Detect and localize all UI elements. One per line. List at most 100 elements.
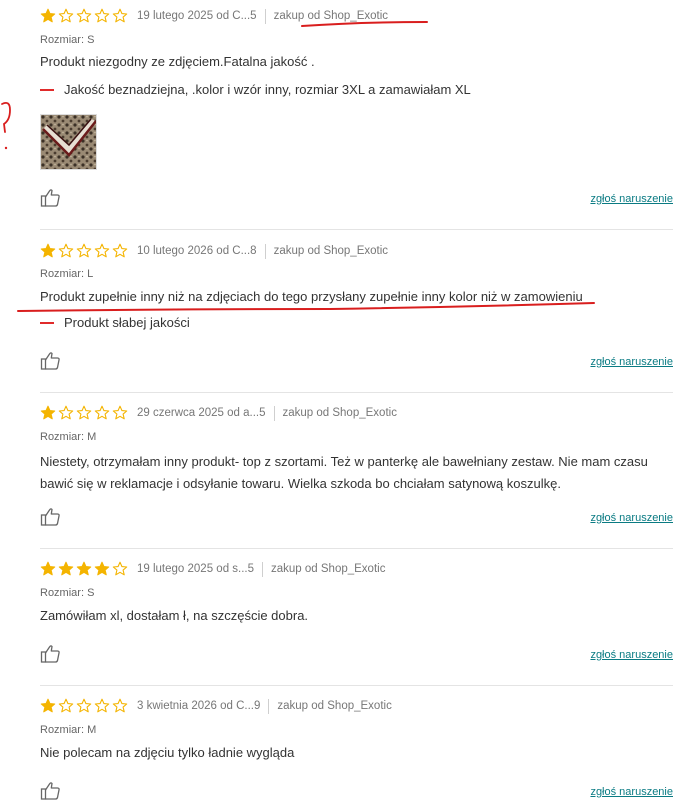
size-value: M (87, 431, 97, 443)
star-empty-icon (94, 405, 110, 420)
review-cons: Jakość beznadziejna, .kolor i wzór inny,… (40, 82, 471, 97)
report-link[interactable]: zgłoś naruszenie (590, 193, 673, 205)
divider (273, 405, 275, 421)
star-empty-icon (112, 405, 128, 420)
review-date-author: 19 lutego 2025 od C...5 (137, 10, 257, 22)
review-separator (40, 229, 673, 230)
star-filled-icon (76, 561, 92, 576)
purchase-source: zakup od Shop_Exotic (273, 10, 389, 22)
review-text: Nie polecam na zdjęciu tylko ładnie wygl… (40, 745, 295, 760)
review-cons: Produkt słabej jakości (40, 315, 190, 330)
cons-text: Jakość beznadziejna, .kolor i wzór inny,… (64, 82, 471, 97)
star-rating (40, 698, 128, 714)
cons-dash-icon (40, 88, 54, 91)
size-value: L (87, 268, 94, 280)
review-card: 10 lutego 2026 od C...8 zakup od Shop_Ex… (40, 241, 673, 381)
review-date-author: 3 kwietnia 2026 od C...9 (137, 700, 261, 712)
lingerie-photo-icon (41, 115, 96, 169)
star-empty-icon (58, 243, 74, 258)
size-value: S (87, 34, 95, 46)
star-empty-icon (94, 698, 110, 713)
star-filled-icon (94, 561, 110, 576)
size-info: Rozmiar: M (40, 431, 96, 443)
cons-dash-icon (40, 321, 54, 324)
star-filled-icon (40, 561, 56, 576)
review-photo[interactable] (40, 114, 97, 170)
divider (268, 698, 270, 714)
review-header: 10 lutego 2026 od C...8 zakup od Shop_Ex… (40, 241, 388, 261)
review-header: 19 lutego 2025 od s...5 zakup od Shop_Ex… (40, 559, 385, 579)
size-info: Rozmiar: M (40, 724, 96, 736)
star-filled-icon (58, 561, 74, 576)
report-link[interactable]: zgłoś naruszenie (590, 512, 673, 524)
review-separator (40, 685, 673, 686)
purchase-source: zakup od Shop_Exotic (277, 700, 392, 712)
thumbs-up-icon[interactable] (40, 507, 62, 527)
star-rating (40, 243, 128, 259)
divider (264, 243, 266, 259)
review-header: 29 czerwca 2025 od a...5 zakup od Shop_E… (40, 403, 397, 423)
thumbs-up-glyph (40, 189, 60, 207)
star-filled-icon (40, 405, 56, 420)
star-empty-icon (58, 405, 74, 420)
thumbs-up-icon[interactable] (40, 188, 62, 208)
annotation-question-dot (4, 146, 8, 150)
size-label: Rozmiar: (40, 724, 85, 736)
review-date-author: 10 lutego 2026 od C...8 (137, 245, 257, 257)
star-filled-icon (40, 698, 56, 713)
cons-text: Produkt słabej jakości (64, 315, 190, 330)
size-info: Rozmiar: S (40, 587, 94, 599)
purchase-source: zakup od Shop_Exotic (282, 407, 397, 419)
star-empty-icon (94, 8, 110, 23)
size-info: Rozmiar: L (40, 268, 93, 280)
thumbs-up-glyph (40, 352, 60, 370)
review-separator (40, 392, 673, 393)
thumbs-up-glyph (40, 508, 60, 526)
report-link[interactable]: zgłoś naruszenie (590, 786, 673, 798)
size-label: Rozmiar: (40, 34, 85, 46)
purchase-source: zakup od Shop_Exotic (271, 563, 386, 575)
annotation-question-mark (1, 101, 11, 133)
review-card: 19 lutego 2025 od s...5 zakup od Shop_Ex… (40, 559, 673, 674)
star-empty-icon (112, 8, 128, 23)
size-value: M (87, 724, 97, 736)
star-empty-icon (58, 8, 74, 23)
thumbs-up-icon[interactable] (40, 644, 62, 664)
star-rating (40, 405, 128, 421)
size-label: Rozmiar: (40, 587, 85, 599)
star-filled-icon (40, 8, 56, 23)
star-empty-icon (112, 561, 128, 576)
review-separator (40, 548, 673, 549)
report-link[interactable]: zgłoś naruszenie (590, 649, 673, 661)
divider (262, 561, 264, 577)
review-text: Produkt zupełnie inny niż na zdjęciach d… (40, 289, 583, 304)
star-empty-icon (94, 243, 110, 258)
star-rating (40, 561, 128, 577)
review-text: Produkt niezgodny ze zdjęciem.Fatalna ja… (40, 54, 315, 69)
star-filled-icon (40, 243, 56, 258)
purchase-source: zakup od Shop_Exotic (273, 245, 389, 257)
review-date-author: 29 czerwca 2025 od a...5 (137, 407, 266, 419)
thumbs-up-glyph (40, 645, 60, 663)
thumbs-up-icon[interactable] (40, 781, 62, 801)
size-label: Rozmiar: (40, 268, 85, 280)
size-label: Rozmiar: (40, 431, 85, 443)
thumbs-up-icon[interactable] (40, 351, 62, 371)
star-rating (40, 8, 128, 24)
star-empty-icon (76, 8, 92, 23)
size-value: S (87, 587, 95, 599)
star-empty-icon (76, 243, 92, 258)
review-card: 3 kwietnia 2026 od C...9 zakup od Shop_E… (40, 696, 673, 808)
report-link[interactable]: zgłoś naruszenie (590, 356, 673, 368)
review-text: Zamówiłam xl, dostałam ł, na szczęście d… (40, 608, 309, 623)
review-header: 3 kwietnia 2026 od C...9 zakup od Shop_E… (40, 696, 392, 716)
star-empty-icon (76, 698, 92, 713)
thumbs-up-glyph (40, 782, 60, 800)
divider (264, 8, 266, 24)
review-card: 19 lutego 2025 od C...5 zakup od Shop_Ex… (40, 6, 673, 216)
star-empty-icon (112, 243, 128, 258)
star-empty-icon (58, 698, 74, 713)
review-header: 19 lutego 2025 od C...5 zakup od Shop_Ex… (40, 6, 388, 26)
review-date-author: 19 lutego 2025 od s...5 (137, 563, 255, 575)
size-info: Rozmiar: S (40, 34, 94, 46)
